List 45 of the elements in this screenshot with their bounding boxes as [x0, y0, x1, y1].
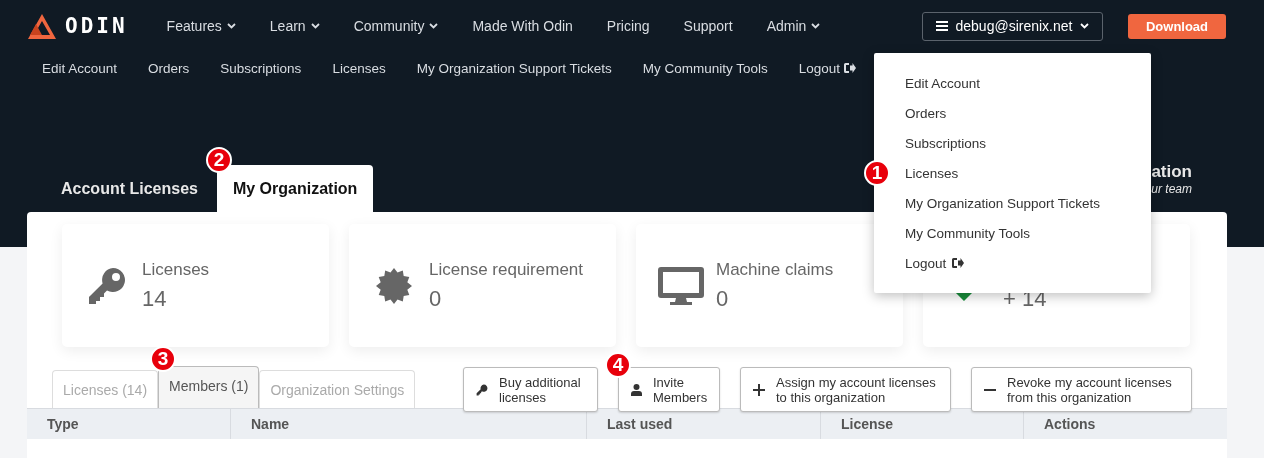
stat-value: 14 — [142, 285, 168, 312]
account-nav-link[interactable]: Edit Account — [42, 60, 118, 76]
account-nav-link[interactable]: Licenses — [332, 60, 386, 76]
menu-item[interactable]: Orders — [905, 98, 947, 128]
account-nav-link[interactable]: Orders — [148, 60, 190, 76]
account-nav-link[interactable]: Subscriptions — [220, 60, 302, 76]
nav-link[interactable]: Features — [166, 18, 236, 34]
account-nav-link[interactable]: My Organization Support Tickets — [416, 60, 612, 76]
step-number-badge: 3 — [150, 346, 177, 372]
menu-item[interactable]: My Community Tools — [905, 218, 1031, 248]
account-nav-link[interactable]: Logout — [798, 60, 857, 76]
column-header: Last used — [586, 408, 821, 439]
column-header: Actions — [1023, 408, 1227, 439]
action-button[interactable]: Buy additional licenses — [463, 367, 598, 412]
menu-item[interactable]: Logout — [905, 248, 965, 278]
nav-link[interactable]: Support — [683, 18, 733, 34]
section-tab[interactable]: Members (1) — [158, 366, 260, 408]
stat-value: 0 — [716, 285, 730, 312]
menu-item[interactable]: Licenses — [905, 158, 959, 188]
stat-label: Machine claims — [716, 259, 834, 280]
stat-label: License requirement — [429, 259, 584, 280]
menu-item[interactable]: Subscriptions — [905, 128, 987, 158]
account-menu-button[interactable]: debug@sirenix.net — [922, 11, 1103, 41]
step-number-badge: 4 — [605, 352, 631, 378]
hero-subtitle: ur team — [1151, 182, 1192, 196]
menu-item[interactable]: Edit Account — [905, 68, 981, 98]
nav-link[interactable]: Learn — [269, 18, 320, 34]
nav-link[interactable]: Made With Odin — [472, 18, 573, 34]
stat-value: 0 — [429, 285, 443, 312]
stat-label: Licenses — [142, 259, 210, 280]
column-header: Name — [230, 408, 587, 439]
nav-link[interactable]: Community — [353, 18, 439, 34]
action-button[interactable]: Assign my account licenses to this organization — [740, 367, 951, 412]
menu-item[interactable]: My Organization Support Tickets — [905, 188, 1101, 218]
step-number-badge: 1 — [864, 160, 890, 186]
nav-link[interactable]: Admin — [766, 18, 821, 34]
brand-name: ODIN — [65, 14, 128, 38]
nav-link[interactable]: Pricing — [606, 18, 650, 34]
step-number-badge: 2 — [205, 147, 232, 173]
action-button[interactable]: Revoke my account licenses from this organization — [971, 367, 1192, 412]
hero-title: ation — [1151, 162, 1192, 182]
column-header: License — [820, 408, 1024, 439]
page-tab[interactable]: My Organization — [216, 165, 374, 212]
account-nav-link[interactable]: My Community Tools — [642, 60, 768, 76]
column-header: Type — [27, 408, 231, 439]
